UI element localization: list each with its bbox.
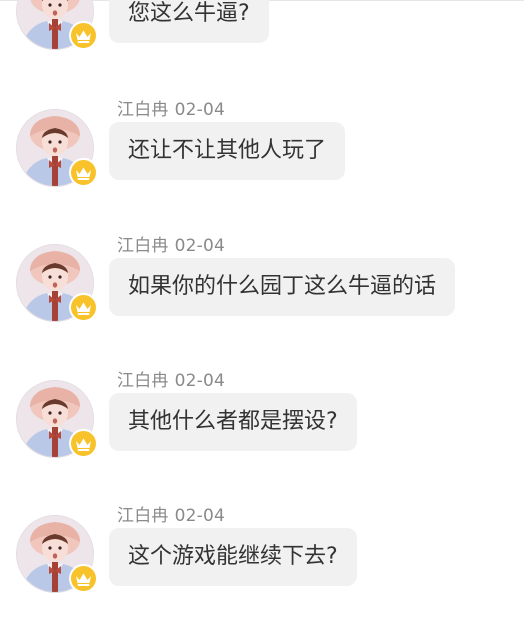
message-bubble[interactable]: 您这么牛逼? — [109, 0, 269, 43]
chat-message: 江白冉 02-04 这个游戏能继续下去? — [0, 501, 524, 621]
message-date: 02-04 — [174, 506, 226, 526]
message-text: 这个游戏能继续下去? — [128, 544, 338, 569]
crown-icon — [76, 30, 91, 43]
sender-name[interactable]: 江白冉 — [117, 100, 169, 120]
message-text: 如果你的什么园丁这么牛逼的话 — [128, 274, 437, 299]
crown-icon — [76, 167, 91, 180]
sender-name[interactable]: 江白冉 — [117, 236, 169, 256]
avatar[interactable] — [16, 0, 98, 50]
avatar[interactable] — [16, 380, 98, 458]
message-date: 02-04 — [174, 100, 226, 120]
message-meta: 江白冉 02-04 — [117, 95, 225, 120]
avatar[interactable] — [16, 244, 98, 322]
chat-message: 江白冉 02-04 其他什么者都是摆设? — [0, 366, 524, 486]
crown-badge — [69, 429, 98, 458]
message-date: 02-04 — [174, 236, 226, 256]
message-date: 02-04 — [174, 371, 226, 391]
crown-icon — [76, 438, 91, 451]
message-meta: 江白冉 02-04 — [117, 366, 225, 391]
message-meta: 江白冉 02-04 — [117, 231, 225, 256]
message-text: 其他什么者都是摆设? — [128, 409, 338, 434]
message-bubble[interactable]: 这个游戏能继续下去? — [109, 528, 357, 586]
sender-name[interactable]: 江白冉 — [117, 506, 169, 526]
crown-icon — [76, 302, 91, 315]
message-bubble[interactable]: 还让不让其他人玩了 — [109, 122, 346, 180]
message-bubble[interactable]: 如果你的什么园丁这么牛逼的话 — [109, 258, 456, 316]
message-text: 您这么牛逼? — [128, 1, 250, 26]
crown-badge — [69, 293, 98, 322]
crown-icon — [76, 573, 91, 586]
message-bubble[interactable]: 其他什么者都是摆设? — [109, 393, 357, 451]
chat-message: 江白冉 02-04 如果你的什么园丁这么牛逼的话 — [0, 231, 524, 351]
crown-badge — [69, 21, 98, 50]
message-meta: 江白冉 02-04 — [117, 501, 225, 526]
chat-message: 江白冉 02-04 还让不让其他人玩了 — [0, 95, 524, 215]
sender-name[interactable]: 江白冉 — [117, 371, 169, 391]
chat-message: 您这么牛逼? — [0, 0, 524, 50]
crown-badge — [69, 564, 98, 593]
avatar[interactable] — [16, 515, 98, 593]
crown-badge — [69, 158, 98, 187]
avatar[interactable] — [16, 109, 98, 187]
message-text: 还让不让其他人玩了 — [128, 138, 327, 163]
